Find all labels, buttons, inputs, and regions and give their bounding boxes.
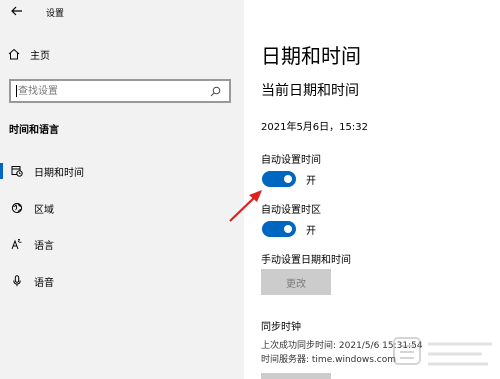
search-box[interactable] [9,79,231,103]
calendar-clock-icon [9,163,25,179]
time-server-text: 时间服务器: time.windows.com [261,355,397,365]
window-title: 设置 [46,9,65,19]
toggle-knob [284,225,292,233]
sidebar-item-speech[interactable]: 语音 [0,270,244,292]
section-title: 时间和语言 [9,125,59,136]
search-input[interactable] [17,82,205,100]
manual-datetime-label: 手动设置日期和时间 [261,255,351,266]
subtitle: 当前日期和时间 [261,83,359,99]
auto-timezone-toggle[interactable] [262,221,296,237]
sidebar-item-home[interactable]: 主页 [8,44,208,64]
back-arrow-icon [11,6,22,16]
auto-time-toggle-row[interactable]: 开 [262,171,316,187]
auto-timezone-state: 开 [306,225,316,237]
page-title: 日期和时间 [261,44,361,68]
watermark-logo-icon [393,337,492,366]
auto-timezone-toggle-row[interactable]: 开 [262,221,316,237]
sidebar-item-label: 区域 [34,204,54,216]
auto-time-state: 开 [306,175,316,187]
microphone-icon [9,273,25,289]
back-button[interactable] [9,3,25,19]
language-icon [9,236,25,252]
sidebar-item-region[interactable]: 区域 [0,197,244,219]
sync-clock-title: 同步时钟 [261,322,301,333]
current-datetime: 2021年5月6日，15:32 [261,122,368,133]
main-content: 日期和时间 当前日期和时间 2021年5月6日，15:32 自动设置时间 开 自… [244,0,500,379]
auto-timezone-label: 自动设置时区 [261,205,321,216]
sidebar-item-date-time[interactable]: 日期和时间 [0,160,244,182]
globe-icon [9,200,25,216]
sidebar-item-label: 语音 [34,277,54,289]
auto-time-toggle[interactable] [262,171,296,187]
change-button[interactable]: 更改 [261,269,331,295]
sidebar-item-label: 日期和时间 [34,167,84,179]
title-bar: 设置 [0,0,244,24]
home-icon [8,48,20,60]
search-icon[interactable] [205,81,225,101]
sidebar: 设置 主页 时间和语言 日期和时间 [0,0,244,379]
sidebar-item-language[interactable]: 语言 [0,233,244,255]
sync-now-button[interactable] [261,373,331,379]
sidebar-item-label: 主页 [30,50,50,62]
toggle-knob [284,175,292,183]
annotation-arrow-icon [229,190,262,222]
auto-time-label: 自动设置时间 [261,155,321,166]
sidebar-item-label: 语言 [34,240,54,252]
